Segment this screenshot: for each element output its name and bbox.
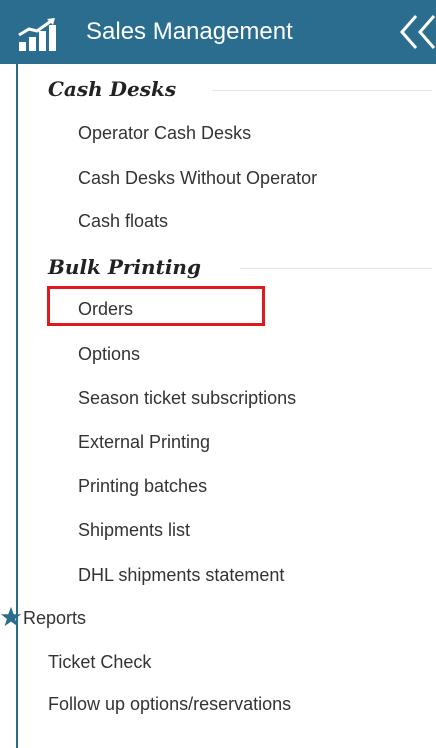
- menu-item-reports[interactable]: Reports: [23, 607, 86, 629]
- menu-item-dhl-shipments-statement[interactable]: DHL shipments statement: [78, 564, 284, 586]
- section-divider: [212, 90, 432, 91]
- menu-item-external-printing[interactable]: External Printing: [78, 431, 210, 453]
- menu-item-cash-desks-without-operator[interactable]: Cash Desks Without Operator: [78, 167, 317, 189]
- menu-item-cash-floats[interactable]: Cash floats: [78, 210, 168, 232]
- menu-item-follow-up-options-reservations[interactable]: Follow up options/reservations: [48, 693, 291, 715]
- section-heading-cash-desks: Cash Desks: [48, 77, 177, 101]
- menu-item-season-ticket-subscriptions[interactable]: Season ticket subscriptions: [78, 387, 296, 409]
- section-divider: [240, 268, 432, 269]
- double-chevron-left-icon[interactable]: [398, 12, 436, 52]
- menu-item-options[interactable]: Options: [78, 343, 140, 365]
- sidebar-header: Sales Management: [0, 0, 436, 64]
- menu-item-orders[interactable]: Orders: [78, 298, 133, 320]
- chart-stairs-icon: [18, 18, 56, 51]
- section-heading-bulk-printing: Bulk Printing: [48, 255, 201, 279]
- menu-item-operator-cash-desks[interactable]: Operator Cash Desks: [78, 122, 251, 144]
- menu-item-shipments-list[interactable]: Shipments list: [78, 519, 190, 541]
- star-icon: [0, 606, 22, 627]
- menu-item-ticket-check[interactable]: Ticket Check: [48, 651, 151, 673]
- menu-item-printing-batches[interactable]: Printing batches: [78, 475, 207, 497]
- sidebar-left-border: [16, 64, 18, 748]
- sidebar-title: Sales Management: [86, 18, 293, 45]
